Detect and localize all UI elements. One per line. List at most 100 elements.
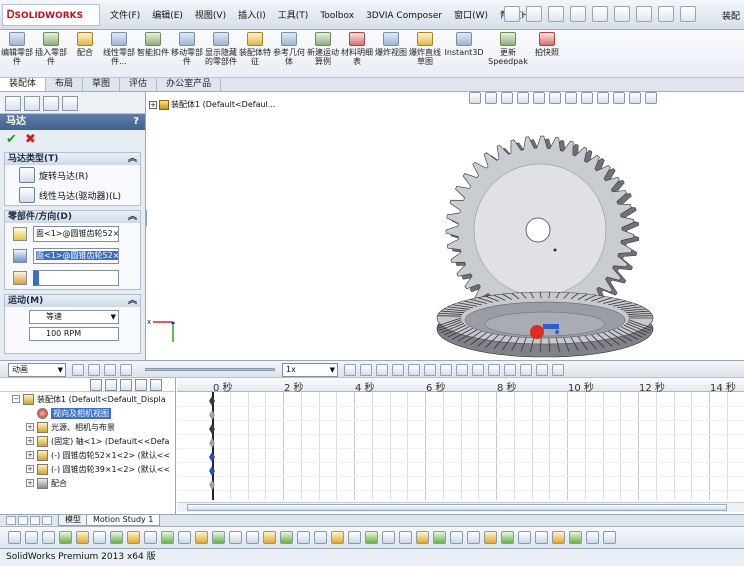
timeline-area[interactable]: 0 秒2 秒4 秒6 秒8 秒 10 秒 12 秒 14 秒 [177, 378, 744, 514]
tab-2[interactable]: 草图 [83, 78, 121, 91]
ribbon-button-13[interactable]: Instant3D [442, 30, 486, 77]
toolbar-tool-icon[interactable] [450, 531, 463, 544]
tree-row[interactable]: + (固定) 轴<1> (Default<<Defa [0, 434, 175, 448]
tree-row[interactable]: + (-) 圆锥齿轮39×1<2> (默认<< [0, 462, 175, 476]
property-manager-tab-icon[interactable] [24, 96, 40, 111]
ribbon-button-7[interactable]: 装配体特征 [238, 30, 272, 77]
toolbar-tool-icon[interactable] [501, 531, 514, 544]
toolbar-tool-icon[interactable] [569, 531, 582, 544]
toolbar-tool-icon[interactable] [433, 531, 446, 544]
toolbar-tool-icon[interactable] [212, 531, 225, 544]
add-key-icon[interactable] [408, 364, 420, 376]
ribbon-button-12[interactable]: 爆炸直线草图 [408, 30, 442, 77]
gravity-icon[interactable] [504, 364, 516, 376]
toolbar-tool-icon[interactable] [382, 531, 395, 544]
menu-item-7[interactable]: 窗口(W) [448, 9, 494, 23]
study-type-select[interactable]: 动画 ▼ [8, 363, 66, 377]
key-point[interactable] [209, 396, 215, 406]
calculate-icon[interactable] [72, 364, 84, 376]
key-point[interactable] [209, 480, 215, 490]
toolbar-tool-icon[interactable] [280, 531, 293, 544]
ok-icon[interactable]: ✔ [6, 132, 17, 148]
motion-header[interactable]: 运动(M) ︽ [5, 295, 140, 307]
toolbar-tool-icon[interactable] [25, 531, 38, 544]
spring-icon[interactable] [440, 364, 452, 376]
save-icon[interactable] [548, 6, 564, 22]
solidworks-logo[interactable]: ᎠSOLIDWORKS [2, 4, 100, 26]
toolbar-tool-icon[interactable] [467, 531, 480, 544]
key-point[interactable] [209, 438, 215, 448]
toolbar-tool-icon[interactable] [518, 531, 531, 544]
tab-motion-study-1[interactable]: Motion Study 1 [86, 515, 161, 526]
toolbar-tool-icon[interactable] [8, 531, 21, 544]
toolbar-tool-icon[interactable] [229, 531, 242, 544]
ribbon-button-1[interactable]: 插入零部件 [34, 30, 68, 77]
ribbon-button-2[interactable]: 配合 [68, 30, 102, 77]
toolbar-tool-icon[interactable] [246, 531, 259, 544]
stop-icon[interactable] [120, 364, 132, 376]
toolbar-tool-icon[interactable] [603, 531, 616, 544]
tree-row[interactable]: 视向及相机视图 [0, 406, 175, 420]
tab-model[interactable]: 模型 [58, 515, 88, 526]
file-properties-icon[interactable] [658, 6, 674, 22]
menu-item-5[interactable]: Toolbox [314, 9, 360, 23]
cancel-icon[interactable]: ✖ [25, 132, 36, 148]
feature-tree-tab-icon[interactable] [5, 96, 21, 111]
help-icon[interactable]: ? [133, 114, 139, 130]
menu-item-2[interactable]: 视图(V) [189, 9, 232, 23]
rotary-motor-option[interactable]: 旋转马达(R) [5, 165, 140, 185]
toolbar-tool-icon[interactable] [195, 531, 208, 544]
toolbar-tool-icon[interactable] [552, 531, 565, 544]
last-tab-icon[interactable] [42, 516, 52, 525]
gear-model[interactable] [147, 92, 744, 360]
reverse-direction-icon[interactable] [13, 249, 27, 263]
toolbar-tool-icon[interactable] [297, 531, 310, 544]
undo-icon[interactable] [592, 6, 608, 22]
ribbon-button-14[interactable]: 更新Speedpak [486, 30, 530, 77]
toolbar-tool-icon[interactable] [416, 531, 429, 544]
rebuild-icon[interactable] [636, 6, 652, 22]
toolbar-tool-icon[interactable] [365, 531, 378, 544]
ribbon-button-11[interactable]: 爆炸视图 [374, 30, 408, 77]
autokey-icon[interactable] [392, 364, 404, 376]
motion-type-select[interactable]: 等速 ▼ [29, 310, 119, 324]
tree-expand-icon[interactable]: + [26, 451, 34, 459]
ribbon-button-10[interactable]: 材料明细表 [340, 30, 374, 77]
ribbon-button-9[interactable]: 新建运动算例 [306, 30, 340, 77]
motor-icon[interactable] [424, 364, 436, 376]
toolbar-tool-icon[interactable] [484, 531, 497, 544]
menu-item-1[interactable]: 编辑(E) [146, 9, 189, 23]
toolbar-tool-icon[interactable] [127, 531, 140, 544]
motor-speed-input[interactable]: 100 RPM [29, 327, 119, 341]
force-icon[interactable] [472, 364, 484, 376]
ribbon-button-5[interactable]: 移动零部件 [170, 30, 204, 77]
select-icon[interactable] [614, 6, 630, 22]
motor-location-field[interactable]: 面<1>@圆锥齿轮52×1 [33, 226, 119, 242]
appearance-tab-icon[interactable] [62, 96, 78, 111]
tree-row[interactable]: − 装配体1 (Default<Default_Displa [0, 392, 175, 406]
scrollbar-thumb[interactable] [187, 504, 727, 511]
menu-item-6[interactable]: 3DVIA Composer [360, 9, 448, 23]
filter-animated-icon[interactable] [90, 379, 102, 391]
toolbar-tool-icon[interactable] [59, 531, 72, 544]
play-from-start-icon[interactable] [88, 364, 100, 376]
auto-expand-icon[interactable] [150, 379, 162, 391]
ribbon-button-6[interactable]: 显示隐藏的零部件 [204, 30, 238, 77]
tree-expand-icon[interactable]: + [26, 479, 34, 487]
component-to-move-field[interactable] [33, 270, 119, 286]
tab-3[interactable]: 评估 [120, 78, 158, 91]
contact-icon[interactable] [488, 364, 500, 376]
toolbar-tool-icon[interactable] [42, 531, 55, 544]
key-point[interactable] [209, 410, 215, 420]
ribbon-button-8[interactable]: 参考几何体 [272, 30, 306, 77]
ribbon-button-15[interactable]: 拍快照 [530, 30, 564, 77]
tree-row[interactable]: + (-) 圆锥齿轮52×1<2> (默认<< [0, 448, 175, 462]
tree-expand-icon[interactable]: + [26, 423, 34, 431]
toolbar-tool-icon[interactable] [535, 531, 548, 544]
motor-direction-field[interactable]: 面<1>@圆锥齿轮52×1 [33, 248, 119, 264]
tree-expand-icon[interactable]: − [12, 395, 20, 403]
ribbon-button-4[interactable]: 智能扣件 [136, 30, 170, 77]
toolbar-tool-icon[interactable] [110, 531, 123, 544]
menu-item-4[interactable]: 工具(T) [272, 9, 315, 23]
save-animation-icon[interactable] [360, 364, 372, 376]
